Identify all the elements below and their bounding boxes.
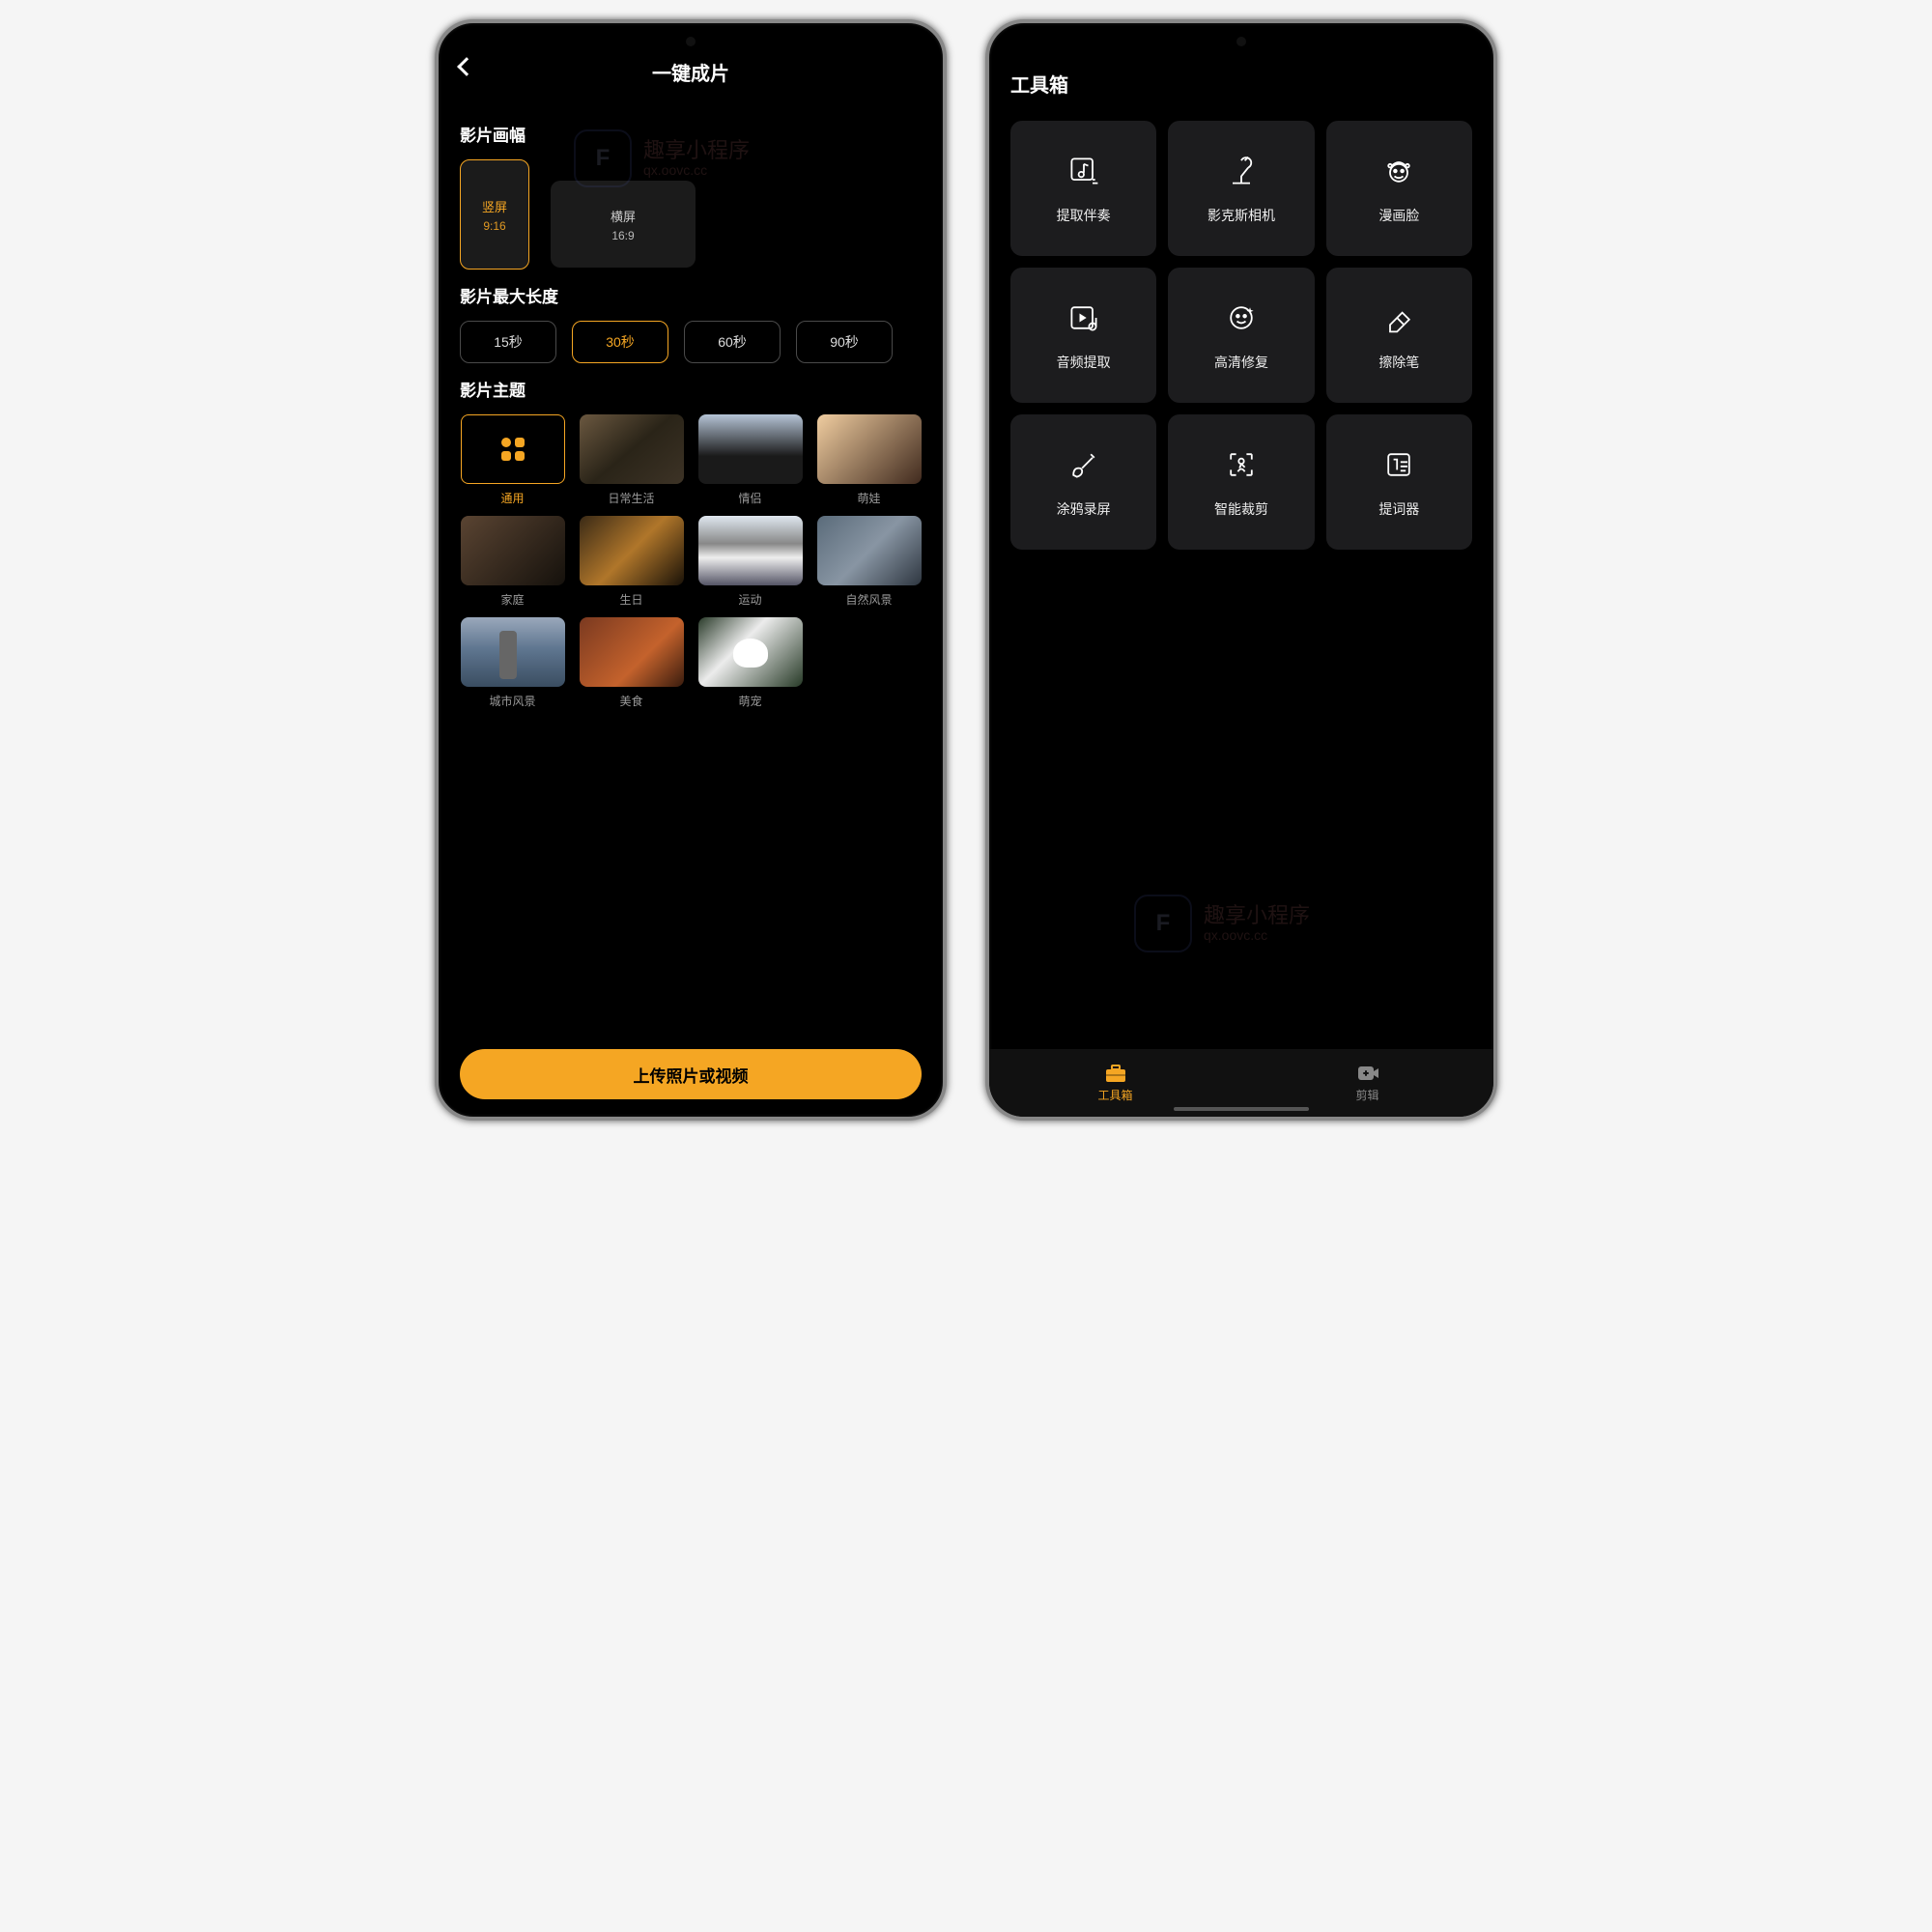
page-title: 一键成片 <box>652 58 729 86</box>
theme-item-couple[interactable]: 情侣 <box>697 414 803 506</box>
video-plus-icon <box>1356 1063 1379 1084</box>
brush-icon <box>1065 445 1103 484</box>
theme-item-sport[interactable]: 运动 <box>697 516 803 608</box>
aspect-horizontal-card[interactable]: 横屏 16:9 <box>551 181 696 268</box>
section-theme-title: 影片主题 <box>460 377 922 401</box>
theme-thumb <box>817 516 922 585</box>
home-indicator <box>1174 1107 1309 1111</box>
aspect-vertical-label: 竖屏 <box>482 197 507 215</box>
theme-item-pet[interactable]: 萌宠 <box>697 617 803 709</box>
theme-item-food[interactable]: 美食 <box>579 617 684 709</box>
duration-option-15s[interactable]: 15秒 <box>460 321 556 363</box>
theme-item-family[interactable]: 家庭 <box>460 516 565 608</box>
theme-item-nature[interactable]: 自然风景 <box>816 516 922 608</box>
tool-label: 擦除笔 <box>1378 353 1419 372</box>
tool-smart-crop[interactable]: 智能裁剪 <box>1168 414 1314 550</box>
tool-doodle-record[interactable]: 涂鸦录屏 <box>1010 414 1156 550</box>
section-duration-title: 影片最大长度 <box>460 283 922 307</box>
play-music-icon <box>1065 298 1103 337</box>
nav-toolbox-label: 工具箱 <box>1097 1087 1132 1103</box>
theme-label: 运动 <box>738 591 761 608</box>
theme-thumb <box>461 617 565 687</box>
aspect-horizontal-label: 横屏 <box>611 207 636 225</box>
tool-label: 音频提取 <box>1057 353 1111 372</box>
theme-thumb <box>698 617 803 687</box>
music-note-square-icon <box>1065 152 1103 190</box>
tool-label: 涂鸦录屏 <box>1057 499 1111 519</box>
tool-teleprompter[interactable]: 提词器 <box>1326 414 1472 550</box>
desk-lamp-icon <box>1222 152 1261 190</box>
tool-label: 影克斯相机 <box>1208 206 1275 225</box>
theme-thumb <box>698 516 803 585</box>
theme-thumb <box>817 414 922 484</box>
theme-label: 通用 <box>500 490 524 506</box>
eraser-icon <box>1379 298 1418 337</box>
tool-label: 提词器 <box>1378 499 1419 519</box>
theme-thumb <box>580 516 684 585</box>
phone-left: F 趣享小程序 qx.oovc.cc 一键成片 影片画幅 竖屏 9:16 横屏 … <box>435 19 947 1121</box>
theme-label: 情侣 <box>738 490 761 506</box>
tool-extract-accompaniment[interactable]: 提取伴奏 <box>1010 121 1156 256</box>
theme-label: 美食 <box>619 693 642 709</box>
duration-option-30s[interactable]: 30秒 <box>572 321 668 363</box>
duration-option-60s[interactable]: 60秒 <box>684 321 781 363</box>
clown-face-icon <box>1379 152 1418 190</box>
crop-person-icon <box>1222 445 1261 484</box>
toolbox-icon <box>1104 1063 1127 1084</box>
tool-hd-restore[interactable]: 高清修复 <box>1168 268 1314 403</box>
theme-label: 萌娃 <box>857 490 880 506</box>
nav-edit-label: 剪辑 <box>1355 1087 1378 1103</box>
aspect-horizontal-ratio: 16:9 <box>611 229 634 242</box>
aspect-vertical-card[interactable]: 竖屏 9:16 <box>460 159 529 270</box>
theme-thumb <box>698 414 803 484</box>
sparkle-face-icon <box>1222 298 1261 337</box>
theme-label: 家庭 <box>500 591 524 608</box>
theme-thumb <box>461 516 565 585</box>
theme-thumb <box>580 414 684 484</box>
tool-audio-extract[interactable]: 音频提取 <box>1010 268 1156 403</box>
phone-right: F 趣享小程序 qx.oovc.cc 工具箱 提取伴奏 影克斯相机 <box>985 19 1497 1121</box>
theme-item-daily[interactable]: 日常生活 <box>579 414 684 506</box>
theme-label: 自然风景 <box>845 591 892 608</box>
toolbox-title: 工具箱 <box>1010 70 1472 98</box>
tool-cartoon-face[interactable]: 漫画脸 <box>1326 121 1472 256</box>
theme-item-baby[interactable]: 萌娃 <box>816 414 922 506</box>
tool-eraser[interactable]: 擦除笔 <box>1326 268 1472 403</box>
tool-label: 漫画脸 <box>1378 206 1419 225</box>
section-aspect-title: 影片画幅 <box>460 122 922 146</box>
theme-item-birthday[interactable]: 生日 <box>579 516 684 608</box>
theme-label: 生日 <box>619 591 642 608</box>
teleprompter-icon <box>1379 445 1418 484</box>
back-icon[interactable] <box>457 57 476 76</box>
upload-button[interactable]: 上传照片或视频 <box>460 1049 922 1099</box>
theme-thumb <box>580 617 684 687</box>
tool-yingkesi-camera[interactable]: 影克斯相机 <box>1168 121 1314 256</box>
tool-label: 智能裁剪 <box>1214 499 1268 519</box>
theme-label: 日常生活 <box>608 490 654 506</box>
aspect-vertical-ratio: 9:16 <box>483 219 505 233</box>
header: 一键成片 <box>460 52 922 91</box>
theme-thumb-general <box>461 414 565 484</box>
duration-option-90s[interactable]: 90秒 <box>796 321 893 363</box>
theme-label: 萌宠 <box>738 693 761 709</box>
theme-item-city[interactable]: 城市风景 <box>460 617 565 709</box>
tool-label: 高清修复 <box>1214 353 1268 372</box>
theme-item-general[interactable]: 通用 <box>460 414 565 506</box>
grid-icon <box>501 438 525 461</box>
theme-label: 城市风景 <box>489 693 535 709</box>
bottom-nav: 工具箱 剪辑 <box>989 1049 1493 1117</box>
tool-label: 提取伴奏 <box>1057 206 1111 225</box>
